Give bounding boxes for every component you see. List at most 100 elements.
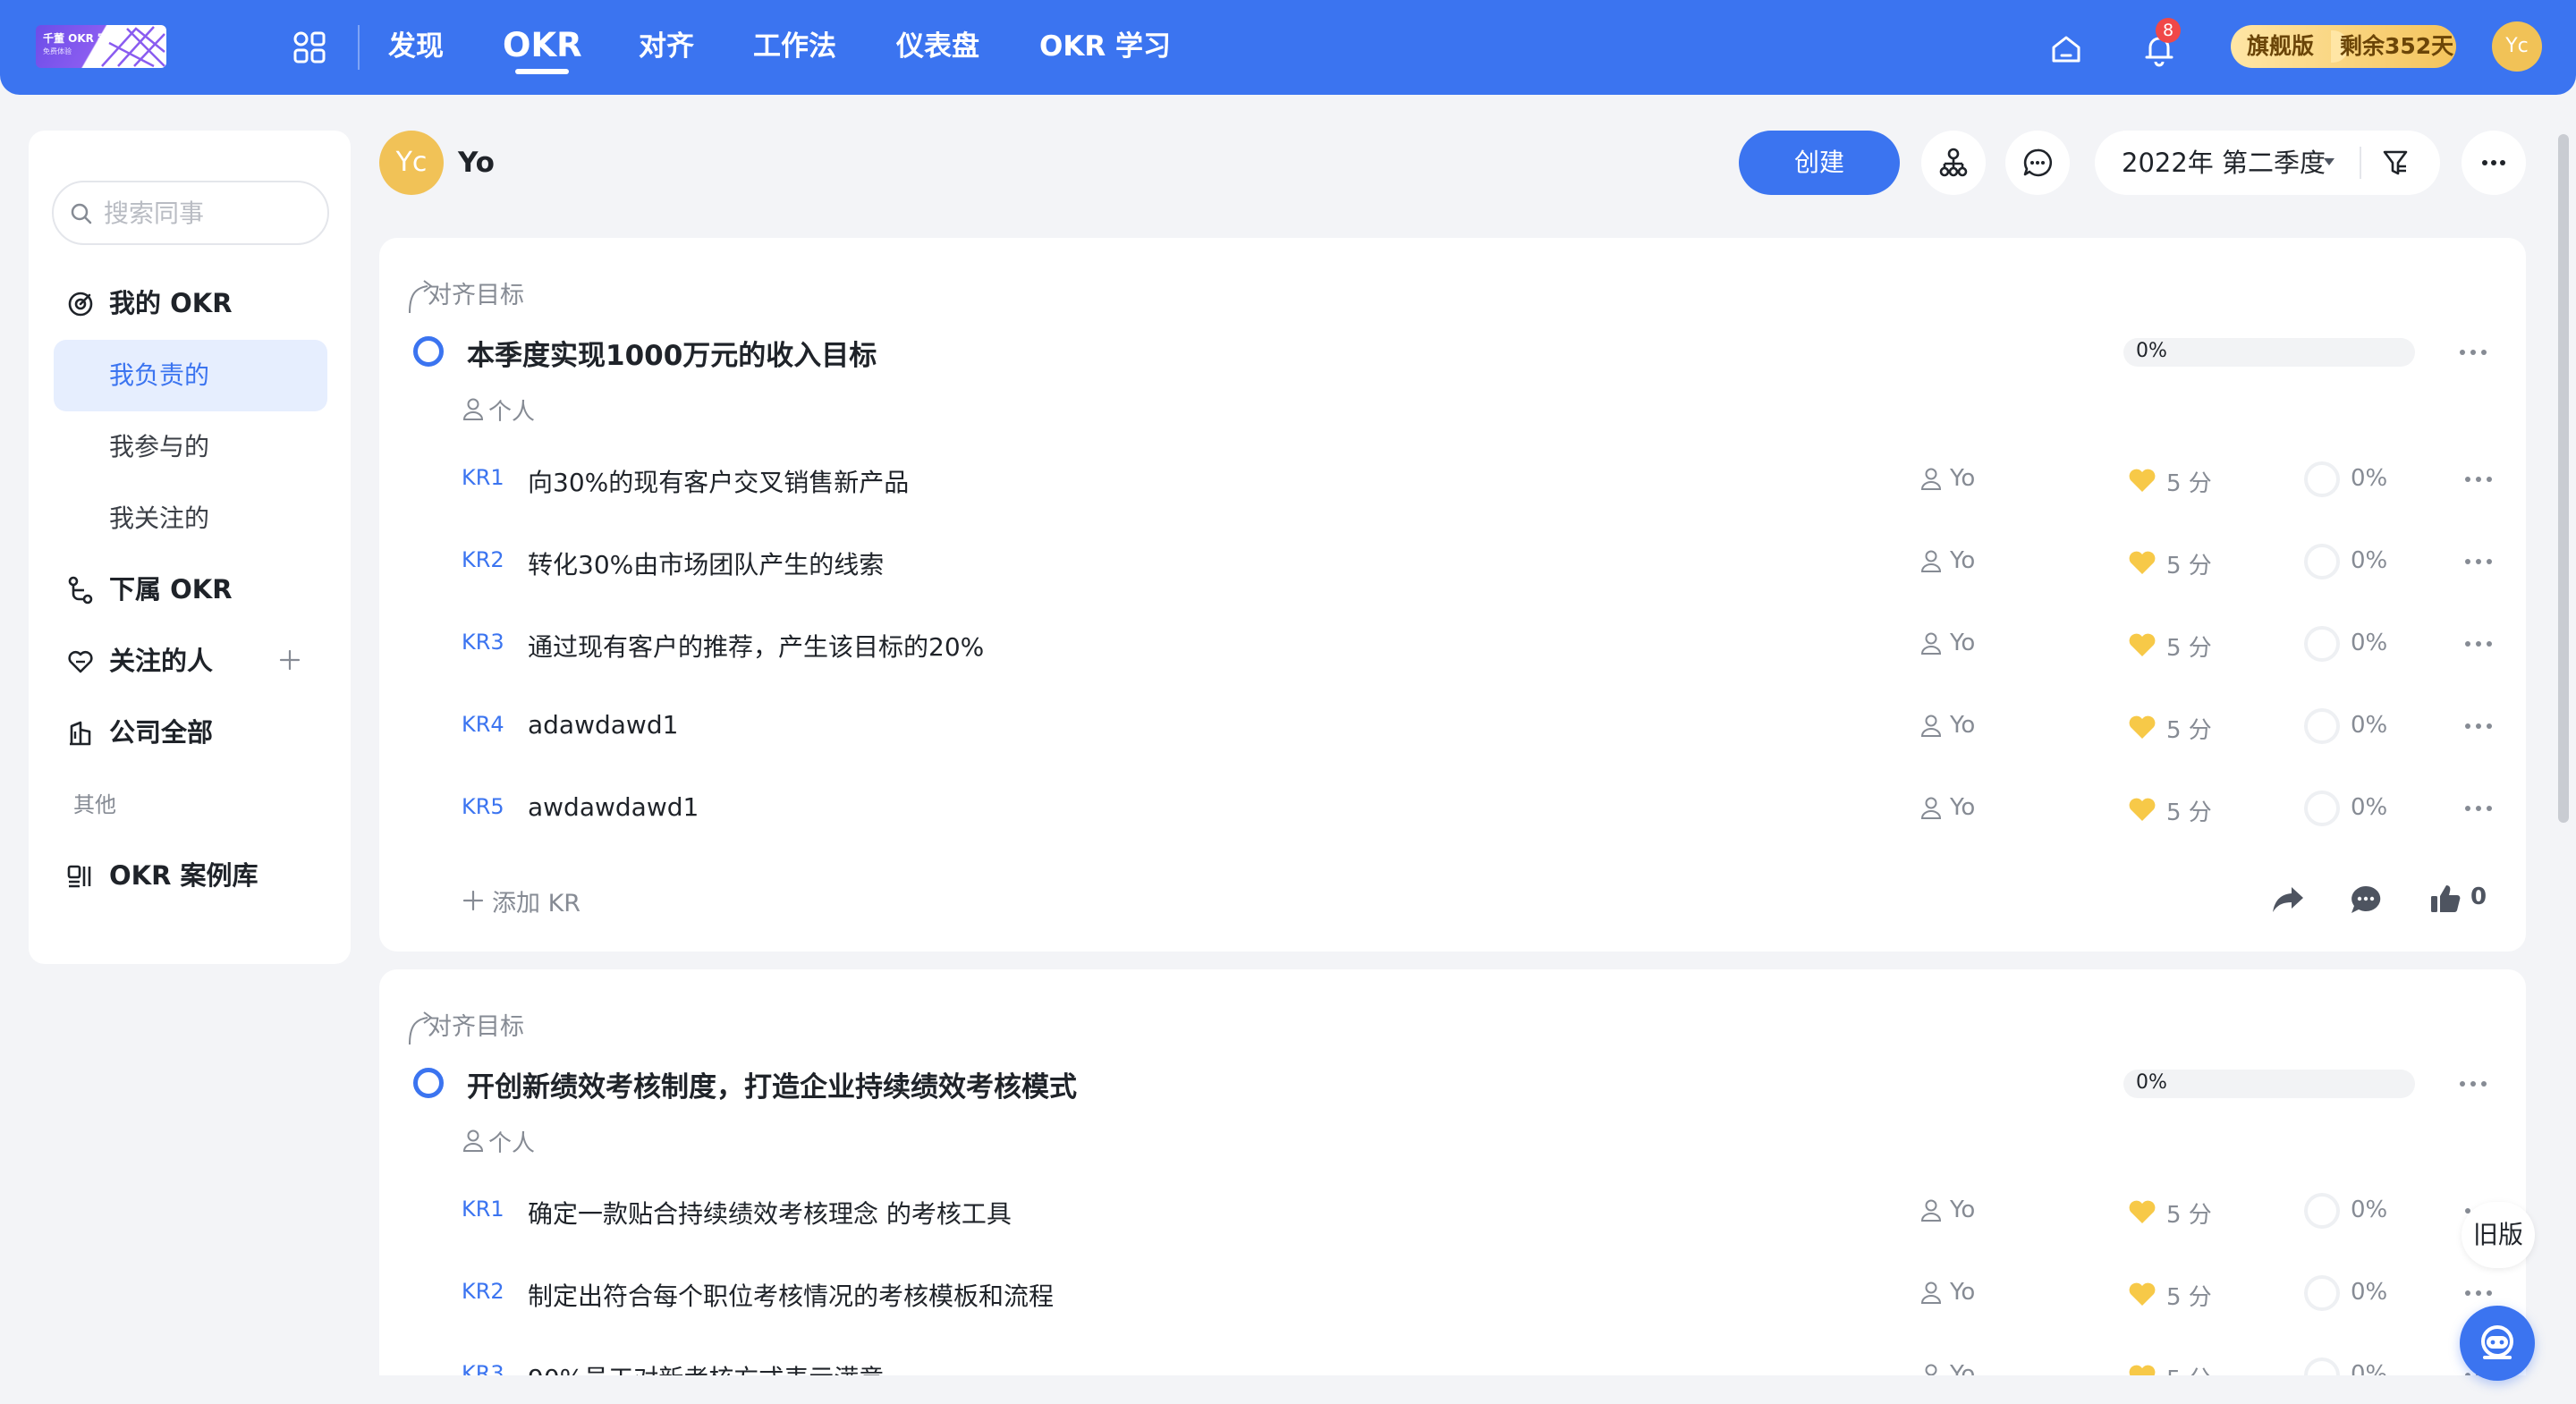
kr-owner[interactable]: Yo bbox=[1919, 1197, 2000, 1225]
kr-title[interactable]: awdawdawd1 bbox=[528, 792, 699, 822]
comments-button[interactable] bbox=[2005, 131, 2070, 195]
kr-title[interactable]: 制定出符合每个职位考核情况的考核模板和流程 bbox=[528, 1277, 1054, 1313]
account-avatar[interactable]: Yc bbox=[2492, 21, 2542, 72]
period-selector[interactable]: 2022年 第二季度 bbox=[2095, 131, 2440, 195]
kr-title[interactable]: 通过现有客户的推荐，产生该目标的20% bbox=[528, 628, 984, 664]
sidebar-followed-label: 关注的人 bbox=[109, 646, 214, 676]
kr-confidence-score[interactable]: 5 分 bbox=[2127, 1277, 2225, 1311]
colleague-search[interactable] bbox=[52, 181, 329, 245]
kr-confidence-score[interactable]: 5 分 bbox=[2127, 628, 2225, 662]
kr-progress[interactable]: 0% bbox=[2304, 791, 2402, 826]
create-button[interactable]: 创建 bbox=[1739, 131, 1900, 195]
kr-more-icon[interactable] bbox=[2463, 474, 2494, 485]
logo-subtext: 免费体验 bbox=[43, 47, 72, 55]
sidebar-item-responsible[interactable]: 我负责的 bbox=[54, 340, 327, 411]
nav-discover[interactable]: 发现 bbox=[388, 27, 444, 66]
home-icon[interactable] bbox=[2048, 31, 2084, 67]
nav-divider bbox=[358, 25, 360, 70]
sidebar-company-all[interactable]: 公司全部 bbox=[54, 698, 327, 767]
kr-owner[interactable]: Yo bbox=[1919, 630, 2000, 658]
kr-more-icon[interactable] bbox=[2463, 721, 2494, 732]
align-label: 对齐目标 bbox=[428, 282, 524, 309]
more-options-button[interactable] bbox=[2462, 131, 2526, 195]
kr-progress[interactable]: 0% bbox=[2304, 1275, 2402, 1311]
plan-badge[interactable]: 旗舰版 剩余352天 bbox=[2231, 25, 2456, 68]
kr-id: KR5 bbox=[462, 794, 504, 819]
caret-down-icon bbox=[2324, 158, 2334, 165]
heart-icon bbox=[68, 650, 93, 673]
sidebar-followed-people[interactable]: 关注的人 bbox=[54, 626, 327, 696]
kr-row[interactable]: KR1 向30%的现有客户交叉销售新产品 Yo 5 分 0% bbox=[379, 452, 2526, 506]
kr-progress[interactable]: 0% bbox=[2304, 544, 2402, 579]
kr-row[interactable]: KR5 awdawdawd1 Yo 5 分 0% bbox=[379, 782, 2526, 835]
sidebar-item-following[interactable]: 我关注的 bbox=[54, 483, 327, 554]
kr-score-text: 5 分 bbox=[2166, 553, 2212, 579]
person-icon bbox=[462, 398, 484, 420]
share-icon[interactable] bbox=[2270, 884, 2306, 916]
kr-row[interactable]: KR3 通过现有客户的推荐，产生该目标的20% Yo 5 分 0% bbox=[379, 617, 2526, 671]
kr-title[interactable]: 转化30%由市场团队产生的线索 bbox=[528, 546, 884, 581]
sidebar-item-label: 我负责的 bbox=[109, 360, 210, 390]
nav-okr[interactable]: OKR bbox=[503, 23, 582, 68]
kr-progress[interactable]: 0% bbox=[2304, 708, 2402, 744]
apps-grid-icon[interactable] bbox=[292, 30, 327, 65]
kr-row[interactable]: KR2 制定出符合每个职位考核情况的考核模板和流程 Yo 5 分 0% bbox=[379, 1266, 2526, 1320]
objective-more-icon[interactable] bbox=[2458, 347, 2488, 358]
objective-title[interactable]: 本季度实现1000万元的收入目标 bbox=[467, 333, 877, 373]
org-chart-button[interactable] bbox=[1921, 131, 1986, 195]
sidebar-my-okr[interactable]: 我的 OKR bbox=[54, 268, 327, 338]
kr-title[interactable]: adawdawd1 bbox=[528, 710, 678, 740]
kr-owner[interactable]: Yo bbox=[1919, 465, 2000, 494]
nav-dashboard[interactable]: 仪表盘 bbox=[896, 27, 979, 66]
kr-owner[interactable]: Yo bbox=[1919, 547, 2000, 576]
kr-progress[interactable]: 0% bbox=[2304, 461, 2402, 497]
kr-owner[interactable]: Yo bbox=[1919, 712, 2000, 740]
kr-progress[interactable]: 0% bbox=[2304, 1193, 2402, 1229]
kr-row[interactable]: KR2 转化30%由市场团队产生的线索 Yo 5 分 0% bbox=[379, 535, 2526, 588]
sidebar-subordinate-okr[interactable]: 下属 OKR bbox=[54, 554, 327, 624]
objective-more-icon[interactable] bbox=[2458, 1078, 2488, 1089]
kr-confidence-score[interactable]: 5 分 bbox=[2127, 710, 2225, 744]
old-version-button[interactable]: 旧版 bbox=[2462, 1202, 2535, 1268]
sidebar-section-other: 其他 bbox=[73, 792, 116, 817]
objective-card: 对齐目标 开创新绩效考核制度，打造企业持续绩效考核模式 0% 个人 KR1 确定… bbox=[379, 969, 2526, 1404]
kr-owner[interactable]: Yo bbox=[1919, 794, 2000, 823]
kr-more-icon[interactable] bbox=[2463, 556, 2494, 567]
support-agent-icon bbox=[2481, 1325, 2513, 1359]
kr-owner-name: Yo bbox=[1950, 1197, 1976, 1223]
nav-work-method[interactable]: 工作法 bbox=[753, 27, 836, 66]
sidebar-my-okr-label: 我的 OKR bbox=[109, 288, 233, 318]
user-name: Yo bbox=[458, 147, 495, 179]
kr-confidence-score[interactable]: 5 分 bbox=[2127, 792, 2225, 826]
kr-confidence-score[interactable]: 5 分 bbox=[2127, 546, 2225, 579]
search-input[interactable] bbox=[102, 195, 317, 231]
plus-icon bbox=[462, 890, 484, 911]
sidebar-item-label: 我关注的 bbox=[109, 503, 210, 533]
kr-more-icon[interactable] bbox=[2463, 639, 2494, 649]
filter-icon[interactable] bbox=[2379, 147, 2411, 179]
kr-owner-name: Yo bbox=[1950, 465, 1976, 492]
sidebar-item-participating[interactable]: 我参与的 bbox=[54, 411, 327, 483]
customer-service-button[interactable] bbox=[2460, 1306, 2535, 1381]
thumbs-up-icon[interactable] bbox=[2429, 884, 2462, 914]
nav-okr-learning[interactable]: OKR 学习 bbox=[1039, 27, 1171, 66]
kr-title[interactable]: 确定一款贴合持续绩效考核理念 的考核工具 bbox=[528, 1195, 1012, 1231]
kr-confidence-score[interactable]: 5 分 bbox=[2127, 1195, 2225, 1229]
sidebar-okr-library[interactable]: OKR 案例库 bbox=[54, 841, 327, 910]
kr-confidence-score[interactable]: 5 分 bbox=[2127, 463, 2225, 497]
kr-progress[interactable]: 0% bbox=[2304, 626, 2402, 662]
objective-title[interactable]: 开创新绩效考核制度，打造企业持续绩效考核模式 bbox=[467, 1064, 1077, 1104]
kr-row[interactable]: KR1 确定一款贴合持续绩效考核理念 的考核工具 Yo 5 分 0% bbox=[379, 1184, 2526, 1238]
brand-logo[interactable]: 千董 OKR 案例库 免费体验 bbox=[36, 25, 166, 68]
kr-more-icon[interactable] bbox=[2463, 1288, 2494, 1298]
kr-title[interactable]: 向30%的现有客户交叉销售新产品 bbox=[528, 463, 909, 499]
nav-align[interactable]: 对齐 bbox=[639, 27, 694, 66]
add-followed-icon[interactable] bbox=[275, 646, 304, 674]
kr-progress-text: 0% bbox=[2351, 712, 2388, 739]
kr-row[interactable]: KR4 adawdawd1 Yo 5 分 0% bbox=[379, 699, 2526, 753]
user-avatar[interactable]: Yc bbox=[379, 131, 444, 195]
kr-owner[interactable]: Yo bbox=[1919, 1279, 2000, 1307]
page-scrollbar[interactable] bbox=[2558, 134, 2569, 823]
comment-icon[interactable] bbox=[2349, 884, 2383, 916]
kr-more-icon[interactable] bbox=[2463, 803, 2494, 814]
